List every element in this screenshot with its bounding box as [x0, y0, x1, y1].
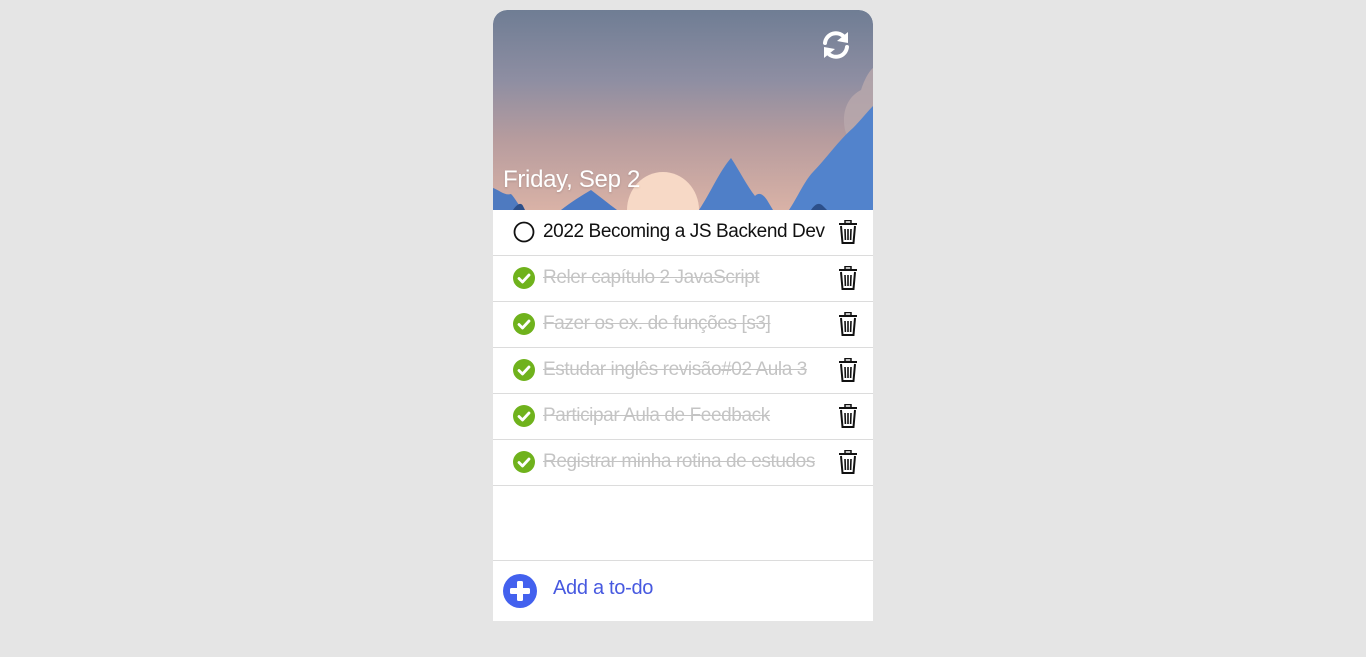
task-list: 2022 Becoming a JS Backend Dev Reler cap… [493, 210, 873, 486]
check-circle-icon [513, 267, 535, 289]
task-row: Participar Aula de Feedback [493, 394, 873, 440]
trash-icon [839, 449, 857, 474]
current-date: Friday, Sep 2 [503, 166, 641, 193]
plus-icon [510, 581, 530, 601]
check-circle-icon [513, 405, 535, 427]
task-text[interactable]: Fazer os ex. de funções [s3] [543, 312, 833, 336]
task-row: 2022 Becoming a JS Backend Dev [493, 210, 873, 256]
check-circle-icon [513, 313, 535, 335]
trash-icon [839, 219, 857, 244]
delete-task-button[interactable] [837, 357, 859, 382]
trash-icon [839, 357, 857, 382]
add-todo-bar: Add a to-do [493, 560, 873, 621]
trash-icon [839, 311, 857, 336]
task-toggle[interactable] [513, 405, 535, 427]
delete-task-button[interactable] [837, 265, 859, 290]
check-circle-icon [513, 359, 535, 381]
delete-task-button[interactable] [837, 449, 859, 474]
task-toggle[interactable] [513, 313, 535, 335]
task-text[interactable]: Reler capítulo 2 JavaScript [543, 266, 833, 290]
task-toggle[interactable] [513, 267, 535, 289]
task-toggle[interactable] [513, 359, 535, 381]
task-toggle[interactable] [513, 221, 535, 243]
task-text[interactable]: 2022 Becoming a JS Backend Dev [543, 220, 833, 244]
task-text[interactable]: Estudar inglês revisão#02 Aula 3 [543, 358, 833, 382]
refresh-button[interactable] [819, 28, 853, 62]
task-text[interactable]: Participar Aula de Feedback [543, 404, 833, 428]
delete-task-button[interactable] [837, 403, 859, 428]
check-circle-icon [513, 451, 535, 473]
trash-icon [839, 265, 857, 290]
add-todo-button[interactable] [503, 574, 537, 608]
delete-task-button[interactable] [837, 219, 859, 244]
delete-task-button[interactable] [837, 311, 859, 336]
circle-outline-icon [513, 221, 535, 243]
todo-card: Friday, Sep 2 2022 Becoming a JS Backend… [493, 10, 873, 621]
task-row: Fazer os ex. de funções [s3] [493, 302, 873, 348]
refresh-icon [823, 31, 849, 59]
trash-icon [839, 403, 857, 428]
task-row: Reler capítulo 2 JavaScript [493, 256, 873, 302]
add-todo-label[interactable]: Add a to-do [553, 577, 653, 600]
task-toggle[interactable] [513, 451, 535, 473]
header-banner: Friday, Sep 2 [493, 10, 873, 210]
task-text[interactable]: Registrar minha rotina de estudos [543, 450, 833, 474]
task-row: Registrar minha rotina de estudos [493, 440, 873, 486]
task-row: Estudar inglês revisão#02 Aula 3 [493, 348, 873, 394]
